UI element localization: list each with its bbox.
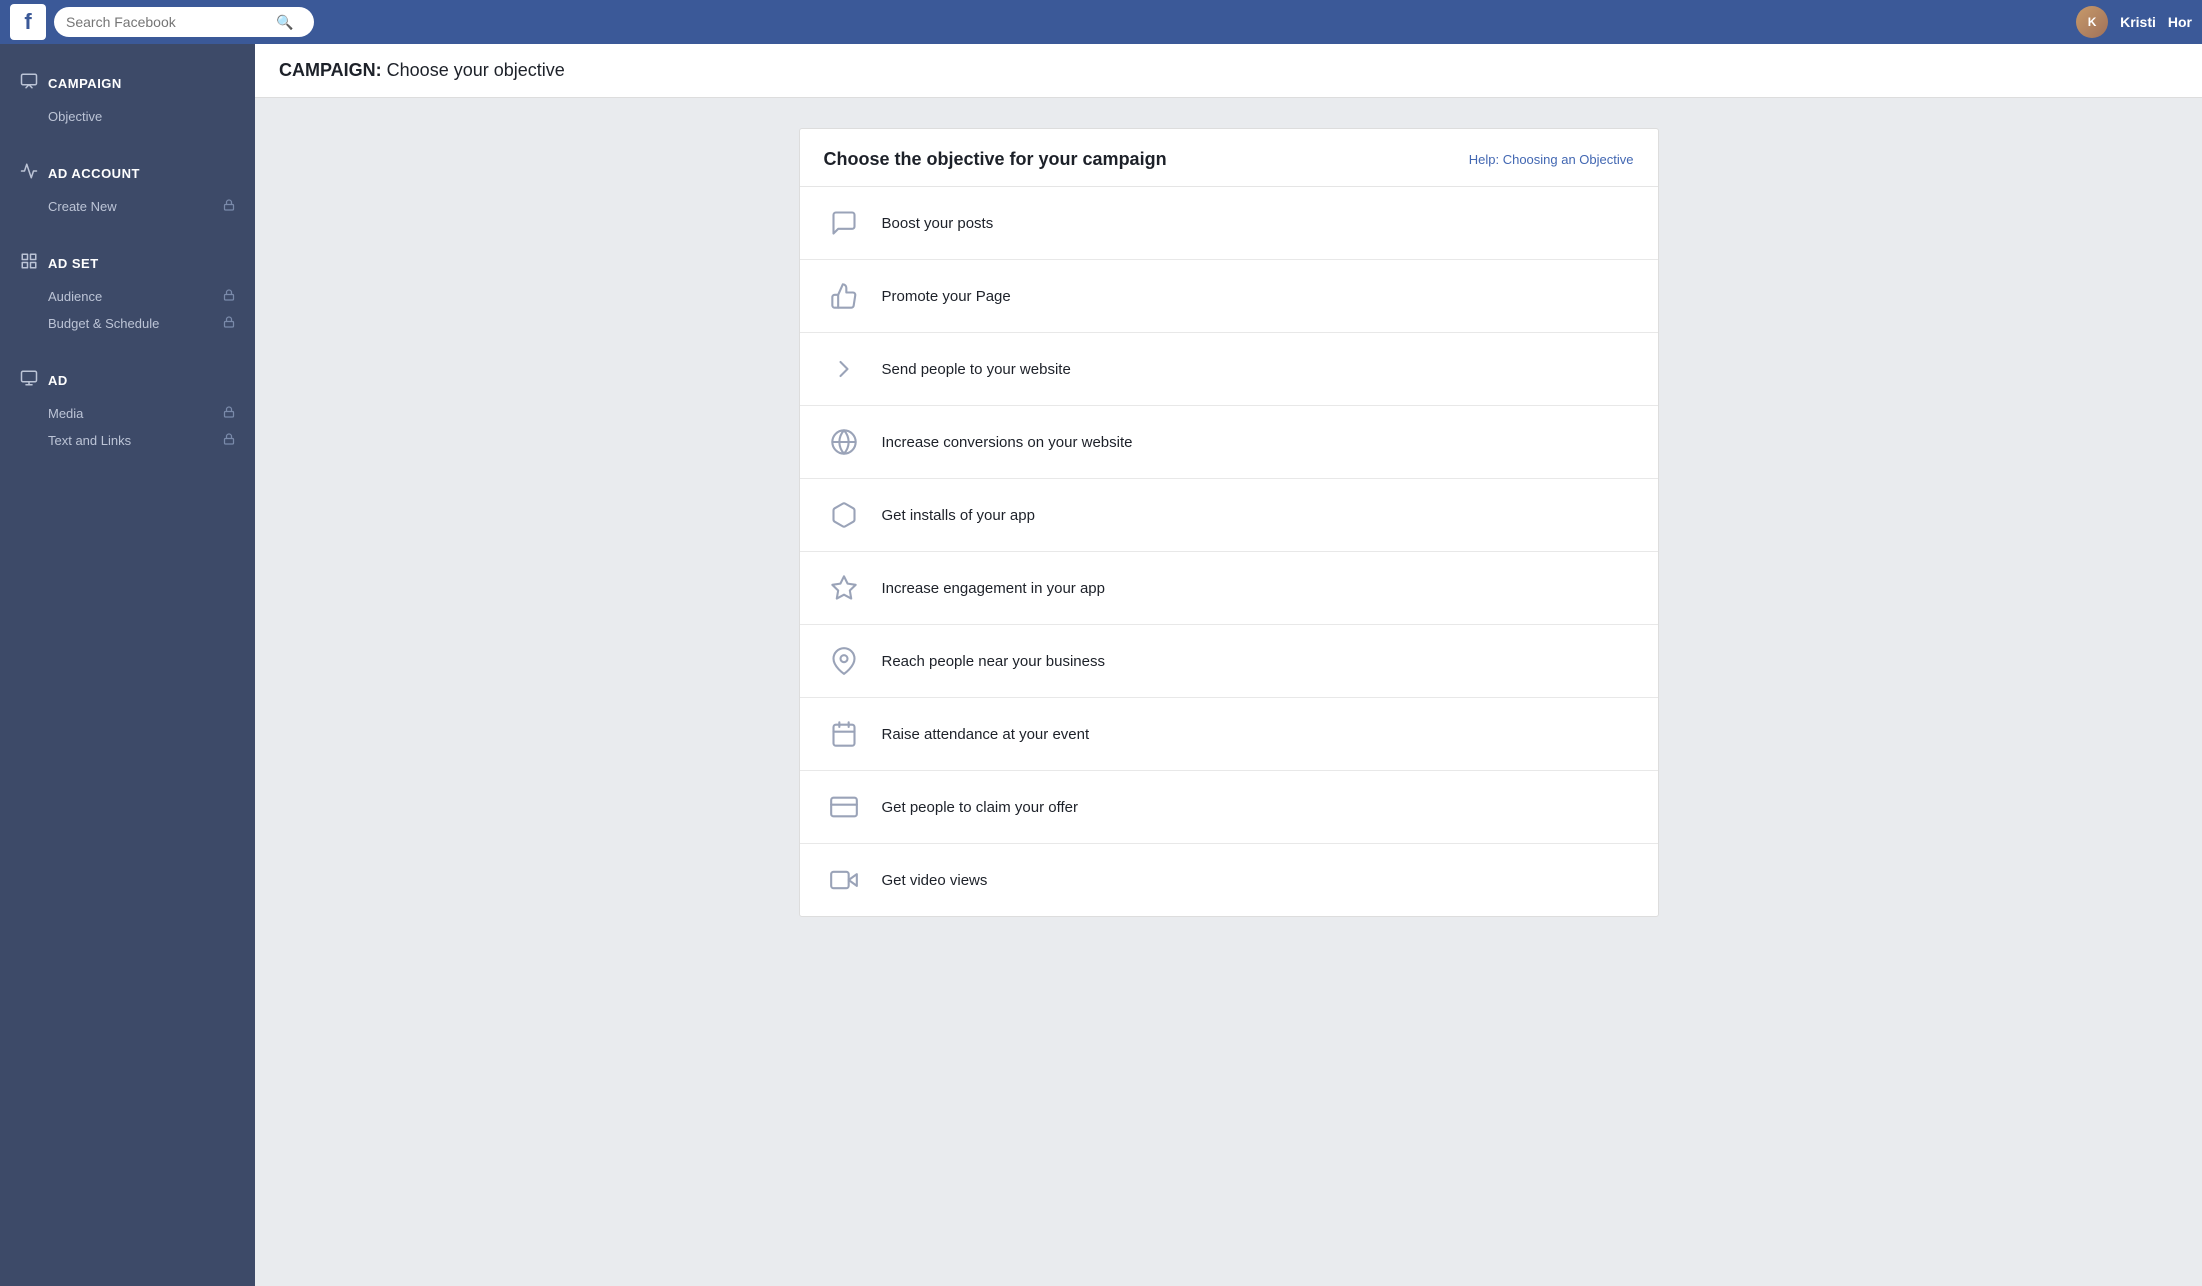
page-title-bold: CAMPAIGN: xyxy=(279,60,382,80)
reach-local-icon xyxy=(824,641,864,681)
sidebar-item-label: Create New xyxy=(48,199,117,214)
top-navigation: f 🔍 K Kristi Hor xyxy=(0,0,2202,44)
app-engagement-label: Increase engagement in your app xyxy=(882,580,1105,597)
ad-set-section-icon xyxy=(20,252,38,275)
ad-section-icon xyxy=(20,369,38,392)
objective-item-event-attendance[interactable]: Raise attendance at your event xyxy=(800,698,1658,771)
claim-offer-label: Get people to claim your offer xyxy=(882,799,1079,816)
search-bar[interactable]: 🔍 xyxy=(54,7,314,37)
sidebar-section-header-ad: AD xyxy=(0,361,255,400)
send-to-website-icon xyxy=(824,349,864,389)
objectives-list: Boost your posts Promote your Page Send … xyxy=(800,187,1658,916)
sidebar-section-header-ad-set: AD SET xyxy=(0,244,255,283)
help-link[interactable]: Help: Choosing an Objective xyxy=(1469,152,1634,167)
nav-right: K Kristi Hor xyxy=(2076,6,2192,38)
app-engagement-icon xyxy=(824,568,864,608)
sidebar-item-label: Audience xyxy=(48,289,102,304)
sidebar-section-label-ad-account: AD ACCOUNT xyxy=(48,166,140,181)
app-installs-label: Get installs of your app xyxy=(882,507,1035,524)
lock-icon xyxy=(223,316,235,331)
sidebar-section-ad-set: AD SET Audience Budget & Schedule xyxy=(0,244,255,337)
objective-item-app-installs[interactable]: Get installs of your app xyxy=(800,479,1658,552)
objective-item-promote-page[interactable]: Promote your Page xyxy=(800,260,1658,333)
sidebar-section-ad-account: AD ACCOUNT Create New xyxy=(0,154,255,220)
event-attendance-icon xyxy=(824,714,864,754)
ad-account-section-icon xyxy=(20,162,38,185)
sidebar: CAMPAIGNObjectiveAD ACCOUNTCreate NewAD … xyxy=(0,44,255,1286)
increase-conversions-icon xyxy=(824,422,864,462)
sidebar-section-ad: AD Media Text and Links xyxy=(0,361,255,454)
page-title-rest: Choose your objective xyxy=(382,60,565,80)
objective-card: Choose the objective for your campaign H… xyxy=(799,128,1659,917)
sidebar-section-label-ad: AD xyxy=(48,373,68,388)
facebook-logo[interactable]: f xyxy=(10,4,46,40)
page-header: CAMPAIGN: Choose your objective xyxy=(255,44,2202,98)
content-area: Choose the objective for your campaign H… xyxy=(255,98,2202,1286)
objective-item-send-to-website[interactable]: Send people to your website xyxy=(800,333,1658,406)
lock-icon xyxy=(223,199,235,214)
sidebar-section-header-campaign: CAMPAIGN xyxy=(0,64,255,103)
sidebar-item-label: Media xyxy=(48,406,83,421)
objective-item-claim-offer[interactable]: Get people to claim your offer xyxy=(800,771,1658,844)
objective-card-header: Choose the objective for your campaign H… xyxy=(800,129,1658,187)
objective-card-title: Choose the objective for your campaign xyxy=(824,149,1167,170)
video-views-label: Get video views xyxy=(882,872,988,889)
sidebar-section-header-ad-account: AD ACCOUNT xyxy=(0,154,255,193)
event-attendance-label: Raise attendance at your event xyxy=(882,726,1090,743)
sidebar-item-media[interactable]: Media xyxy=(0,400,255,427)
objective-item-reach-local[interactable]: Reach people near your business xyxy=(800,625,1658,698)
promote-page-label: Promote your Page xyxy=(882,288,1011,305)
page-title: CAMPAIGN: Choose your objective xyxy=(279,60,2178,81)
video-views-icon xyxy=(824,860,864,900)
sidebar-item-create-new[interactable]: Create New xyxy=(0,193,255,220)
sidebar-item-label: Objective xyxy=(48,109,102,124)
sidebar-item-audience[interactable]: Audience xyxy=(0,283,255,310)
campaign-section-icon xyxy=(20,72,38,95)
lock-icon xyxy=(223,406,235,421)
avatar: K xyxy=(2076,6,2108,38)
search-icon: 🔍 xyxy=(276,14,293,31)
user-name[interactable]: Kristi xyxy=(2120,14,2156,30)
boost-posts-label: Boost your posts xyxy=(882,215,994,232)
main-content: CAMPAIGN: Choose your objective Choose t… xyxy=(255,44,2202,1286)
search-input[interactable] xyxy=(66,14,276,30)
sidebar-section-campaign: CAMPAIGN Objective xyxy=(0,64,255,130)
send-to-website-label: Send people to your website xyxy=(882,361,1071,378)
home-nav-label[interactable]: Hor xyxy=(2168,14,2192,30)
promote-page-icon xyxy=(824,276,864,316)
objective-item-app-engagement[interactable]: Increase engagement in your app xyxy=(800,552,1658,625)
claim-offer-icon xyxy=(824,787,864,827)
objective-item-increase-conversions[interactable]: Increase conversions on your website xyxy=(800,406,1658,479)
boost-posts-icon xyxy=(824,203,864,243)
sidebar-section-label-campaign: CAMPAIGN xyxy=(48,76,122,91)
reach-local-label: Reach people near your business xyxy=(882,653,1105,670)
sidebar-item-label: Text and Links xyxy=(48,433,131,448)
increase-conversions-label: Increase conversions on your website xyxy=(882,434,1133,451)
sidebar-item-text-and-links[interactable]: Text and Links xyxy=(0,427,255,454)
objective-item-video-views[interactable]: Get video views xyxy=(800,844,1658,916)
objective-item-boost-posts[interactable]: Boost your posts xyxy=(800,187,1658,260)
lock-icon xyxy=(223,433,235,448)
lock-icon xyxy=(223,289,235,304)
sidebar-item-objective[interactable]: Objective xyxy=(0,103,255,130)
sidebar-item-budget-and-schedule[interactable]: Budget & Schedule xyxy=(0,310,255,337)
app-installs-icon xyxy=(824,495,864,535)
sidebar-item-label: Budget & Schedule xyxy=(48,316,159,331)
sidebar-section-label-ad-set: AD SET xyxy=(48,256,99,271)
